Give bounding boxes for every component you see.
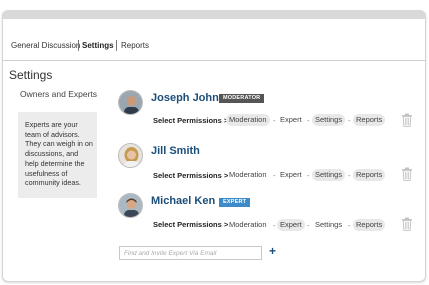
avatar bbox=[118, 143, 143, 168]
permission-separator: - bbox=[307, 171, 310, 180]
permission-reports[interactable]: Reports bbox=[353, 114, 386, 126]
tab-general-discussion[interactable]: General Discussion bbox=[11, 41, 80, 50]
person-name: Jill Smith bbox=[151, 145, 200, 157]
permission-expert[interactable]: Expert bbox=[277, 114, 305, 126]
trash-icon[interactable] bbox=[401, 217, 413, 231]
trash-icon[interactable] bbox=[401, 167, 413, 181]
invite-expert-input[interactable] bbox=[119, 246, 262, 260]
permission-reports[interactable]: Reports bbox=[353, 169, 386, 181]
plus-icon[interactable]: + bbox=[269, 244, 276, 258]
permission-separator: - bbox=[273, 171, 276, 180]
permissions-label: Select Permissions > bbox=[153, 116, 229, 125]
page-title: Settings bbox=[9, 68, 53, 82]
avatar bbox=[118, 90, 143, 115]
permission-separator: - bbox=[307, 221, 310, 230]
permission-reports[interactable]: Reports bbox=[353, 219, 386, 231]
permission-settings[interactable]: Settings bbox=[312, 169, 346, 181]
permission-moderation[interactable]: Moderation bbox=[226, 114, 270, 126]
permission-moderation[interactable]: Moderation bbox=[226, 169, 270, 181]
permission-separator: - bbox=[348, 116, 351, 125]
person-name: Michael Ken bbox=[151, 195, 216, 207]
permission-separator: - bbox=[307, 116, 310, 125]
permission-settings[interactable]: Settings bbox=[312, 114, 346, 126]
permission-separator: - bbox=[348, 171, 351, 180]
permission-settings[interactable]: Settings bbox=[312, 219, 345, 231]
permission-moderation[interactable]: Moderation bbox=[226, 219, 270, 231]
tab-separator bbox=[78, 40, 79, 51]
tab-bar bbox=[2, 19, 426, 61]
permissions-label: Select Permissions > bbox=[153, 220, 229, 229]
tab-reports[interactable]: Reports bbox=[121, 41, 149, 50]
role-badge: MODERATOR bbox=[219, 94, 265, 103]
permission-separator: - bbox=[348, 221, 351, 230]
tab-separator bbox=[116, 40, 117, 51]
permission-separator: - bbox=[273, 116, 276, 125]
person-name: Joseph John bbox=[151, 92, 219, 104]
permission-expert[interactable]: Expert bbox=[277, 219, 305, 231]
permissions-label: Select Permissions > bbox=[153, 171, 229, 180]
permission-expert[interactable]: Expert bbox=[277, 169, 305, 181]
tab-settings[interactable]: Settings bbox=[82, 41, 114, 50]
section-label: Owners and Experts bbox=[20, 89, 98, 99]
permission-separator: - bbox=[273, 221, 276, 230]
info-box: Experts are your team of advisors. They … bbox=[18, 112, 97, 198]
trash-icon[interactable] bbox=[401, 113, 413, 127]
avatar bbox=[118, 193, 143, 218]
role-badge: EXPERT bbox=[219, 198, 251, 207]
